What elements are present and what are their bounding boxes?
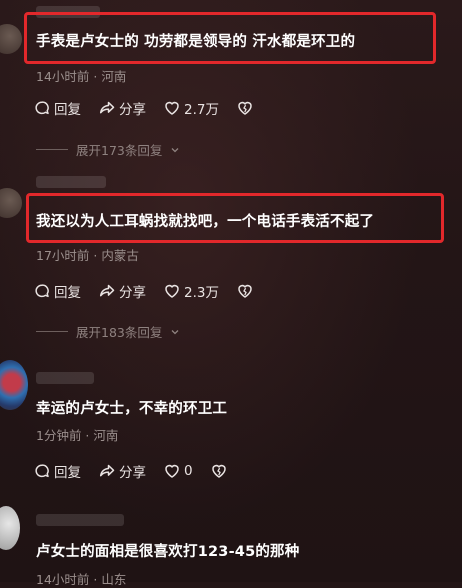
reply-label: 回复 <box>54 465 81 481</box>
username[interactable] <box>36 372 94 384</box>
like-button[interactable]: 2.7万 <box>164 98 219 118</box>
comment-meta: 14小时前 · 山东 <box>36 572 127 587</box>
like-count: 0 <box>184 463 193 479</box>
reply-button[interactable]: 回复 <box>34 281 81 301</box>
comment-meta: 14小时前 · 河南 <box>36 69 127 84</box>
comment-icon <box>35 284 49 298</box>
expand-replies-label: 展开183条回复 <box>76 325 163 340</box>
comment-text: 幸运的卢女士，不幸的环卫工 <box>36 401 228 417</box>
like-button[interactable]: 2.3万 <box>164 281 219 301</box>
broken-heart-icon <box>211 464 226 478</box>
heart-icon <box>165 464 179 478</box>
expand-replies[interactable]: 展开183条回复 <box>36 322 180 341</box>
comment-text: 手表是卢女士的 功劳都是领导的 汗水都是环卫的 <box>36 34 356 50</box>
comment-text: 卢女士的面相是很喜欢打123-45的那种 <box>36 544 300 560</box>
comment-meta: 1分钟前 · 河南 <box>36 428 119 443</box>
username[interactable] <box>36 176 106 188</box>
divider <box>36 149 68 150</box>
share-icon <box>99 101 115 114</box>
reply-label: 回复 <box>54 102 81 118</box>
share-button[interactable]: 分享 <box>99 281 146 301</box>
comment-meta: 17小时前 · 内蒙古 <box>36 248 139 263</box>
like-button[interactable]: 0 <box>164 463 193 479</box>
comment-text: 我还以为人工耳蜗找就找吧，一个电话手表活不起了 <box>36 214 375 230</box>
expand-replies[interactable]: 展开173条回复 <box>36 140 180 159</box>
divider <box>36 331 68 332</box>
dislike-button[interactable] <box>237 283 253 299</box>
comment-actions: 回复 分享 2.7万 <box>34 98 253 118</box>
share-label: 分享 <box>119 465 146 481</box>
dislike-button[interactable] <box>237 100 253 116</box>
comment-actions: 回复 分享 0 <box>34 461 227 481</box>
chevron-down-icon <box>171 329 179 334</box>
share-label: 分享 <box>119 102 146 118</box>
reply-button[interactable]: 回复 <box>34 461 81 481</box>
share-label: 分享 <box>119 285 146 301</box>
broken-heart-icon <box>238 284 252 298</box>
username[interactable] <box>36 514 124 526</box>
like-count: 2.7万 <box>184 102 219 118</box>
reply-button[interactable]: 回复 <box>34 98 81 118</box>
like-count: 2.3万 <box>184 285 219 301</box>
heart-icon <box>165 101 179 115</box>
heart-icon <box>165 284 179 298</box>
share-icon <box>99 284 115 297</box>
share-button[interactable]: 分享 <box>99 461 146 481</box>
share-button[interactable]: 分享 <box>99 98 146 118</box>
broken-heart-icon <box>238 101 252 115</box>
comment-actions: 回复 分享 2.3万 <box>34 281 253 301</box>
expand-replies-label: 展开173条回复 <box>76 143 163 158</box>
comment-icon <box>35 464 49 478</box>
dislike-button[interactable] <box>211 463 227 479</box>
share-icon <box>99 464 115 477</box>
reply-label: 回复 <box>54 285 81 301</box>
chevron-down-icon <box>171 147 179 152</box>
comment-icon <box>35 101 49 115</box>
